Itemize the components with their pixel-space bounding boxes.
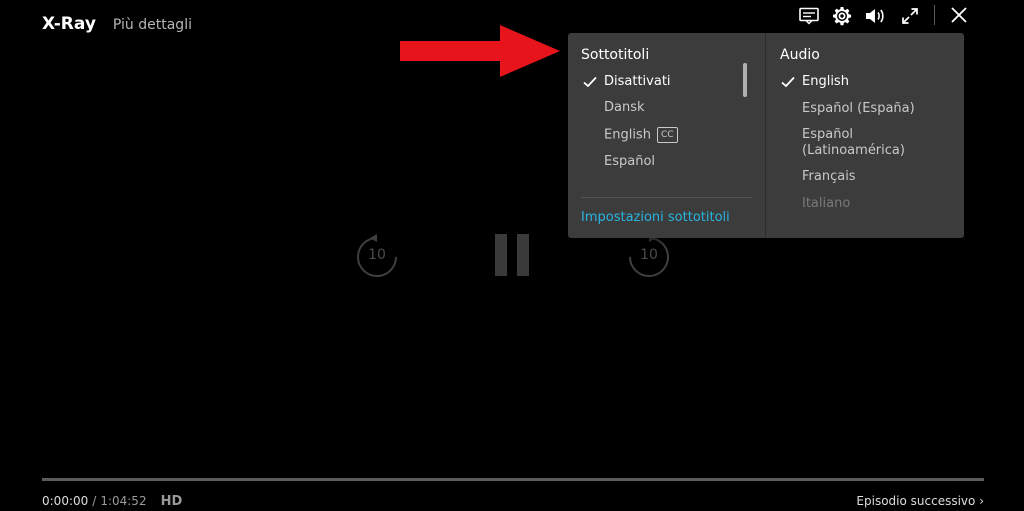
xray-button[interactable]: X-Ray [42,14,96,34]
forward-10-button[interactable]: 10 [628,234,670,278]
check-icon [781,76,795,88]
next-episode-button[interactable]: Episodio successivo › [856,494,984,508]
time-separator: / [92,494,97,508]
rewind-10-button[interactable]: 10 [356,234,398,278]
gear-icon [833,7,852,26]
subtitle-settings-link[interactable]: Impostazioni sottotitoli [581,210,730,225]
settings-button[interactable] [831,5,853,27]
subtitle-option-disattivati[interactable]: Disattivati [604,74,671,90]
audio-title: Audio [780,47,820,63]
audio-option-francais[interactable]: Français [802,169,856,185]
pause-icon [495,234,529,276]
volume-button[interactable] [864,5,886,27]
subtitle-option-label: English [604,127,651,143]
progress-bar[interactable] [42,478,984,481]
close-icon [951,7,967,23]
top-left-bar: X-Ray Più dettagli [42,14,192,34]
subtitles-column: Sottotitoli Disattivati Dansk English CC … [568,33,765,238]
audio-option-italiano[interactable]: Italiano [802,196,850,212]
hd-badge: HD [160,494,183,509]
close-button[interactable] [948,4,970,26]
toolbar-divider [934,5,935,25]
total-time: 1:04:52 [100,494,147,508]
rewind-label: 10 [368,247,386,263]
subtitles-icon [799,7,819,25]
audio-option-espanol-espana[interactable]: Español (España) [802,101,915,117]
subtitle-option-english[interactable]: English CC [604,127,678,144]
video-player[interactable]: X-Ray Più dettagli 10 10 Sottotitoli Dis… [0,0,1024,511]
audio-option-english[interactable]: English [802,74,849,90]
volume-icon [866,9,884,23]
check-icon [583,76,597,88]
time-display: 0:00:00 / 1:04:52 HD [42,494,182,509]
audio-option-espanol-latinoamerica[interactable]: Español (Latinoamérica) [802,127,905,159]
subtitle-option-espanol[interactable]: Español [604,154,655,170]
subtitles-audio-menu: Sottotitoli Disattivati Dansk English CC … [568,33,964,238]
subtitles-button[interactable] [798,5,820,27]
pause-button[interactable] [495,234,531,276]
cc-badge: CC [656,127,678,143]
forward-label: 10 [640,247,658,263]
fullscreen-icon [902,8,918,24]
audio-column: Audio English Español (España) Español (… [766,33,964,238]
subtitles-scrollbar[interactable] [743,63,747,97]
red-arrow-icon [400,25,560,77]
fullscreen-button[interactable] [899,5,921,27]
current-time: 0:00:00 [42,494,89,508]
subtitles-separator [581,197,752,198]
subtitles-title: Sottotitoli [581,47,650,63]
subtitle-option-dansk[interactable]: Dansk [604,100,645,116]
more-details-link[interactable]: Più dettagli [113,17,192,33]
